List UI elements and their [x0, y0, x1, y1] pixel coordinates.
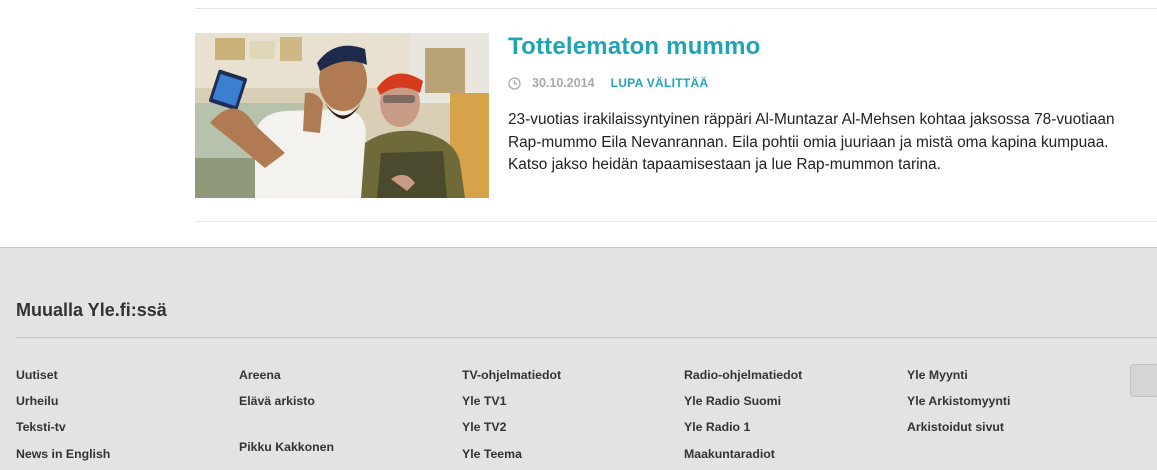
footer-link-tv-ohjelmatiedot[interactable]: TV-ohjelmatiedot	[462, 368, 561, 382]
article-card: Tottelematon mummo 30.10.2014 LUPA VÄLIT…	[195, 0, 1157, 247]
footer-link-teksti-tv[interactable]: Teksti-tv	[16, 420, 66, 434]
footer-link-yle-radio-1[interactable]: Yle Radio 1	[684, 420, 750, 434]
footer-link-areena[interactable]: Areena	[239, 368, 281, 382]
footer-link-urheilu[interactable]: Urheilu	[16, 394, 58, 408]
footer-link-arkistoidut-sivut[interactable]: Arkistoidut sivut	[907, 420, 1004, 434]
clock-icon	[508, 76, 521, 90]
footer-link-elava-arkisto[interactable]: Elävä arkisto	[239, 394, 315, 408]
site-footer: Muualla Yle.fi:ssä Uutiset Urheilu Tekst…	[0, 247, 1157, 470]
footer-link-maakuntaradiot[interactable]: Maakuntaradiot	[684, 447, 775, 461]
footer-link-yle-radio-suomi[interactable]: Yle Radio Suomi	[684, 394, 781, 408]
scroll-to-top-button[interactable]	[1130, 364, 1157, 397]
footer-link-yle-arkistomyynti[interactable]: Yle Arkistomyynti	[907, 394, 1010, 408]
footer-link-radio-ohjelmatiedot[interactable]: Radio-ohjelmatiedot	[684, 368, 802, 382]
article-category-link[interactable]: LUPA VÄLITTÄÄ	[611, 76, 709, 90]
footer-link-news-in-english[interactable]: News in English	[16, 447, 110, 461]
footer-link-yle-tv2[interactable]: Yle TV2	[462, 420, 506, 434]
footer-divider	[16, 337, 1157, 338]
footer-link-yle-teema[interactable]: Yle Teema	[462, 447, 522, 461]
footer-link-pikku-kakkonen[interactable]: Pikku Kakkonen	[239, 440, 334, 454]
article-date: 30.10.2014	[532, 76, 595, 90]
article-description: 23-vuotias irakilaissyntyinen räppäri Al…	[508, 111, 1115, 173]
footer-heading: Muualla Yle.fi:ssä	[16, 300, 167, 320]
footer-link-uutiset[interactable]: Uutiset	[16, 368, 58, 382]
article-title[interactable]: Tottelematon mummo	[508, 33, 761, 61]
footer-link-yle-myynti[interactable]: Yle Myynti	[907, 368, 968, 382]
divider-bottom	[195, 221, 1157, 222]
divider-top	[195, 8, 1157, 9]
footer-link-yle-tv1[interactable]: Yle TV1	[462, 394, 506, 408]
article-meta: 30.10.2014 LUPA VÄLITTÄÄ	[508, 76, 708, 90]
article-thumbnail[interactable]	[195, 33, 489, 198]
